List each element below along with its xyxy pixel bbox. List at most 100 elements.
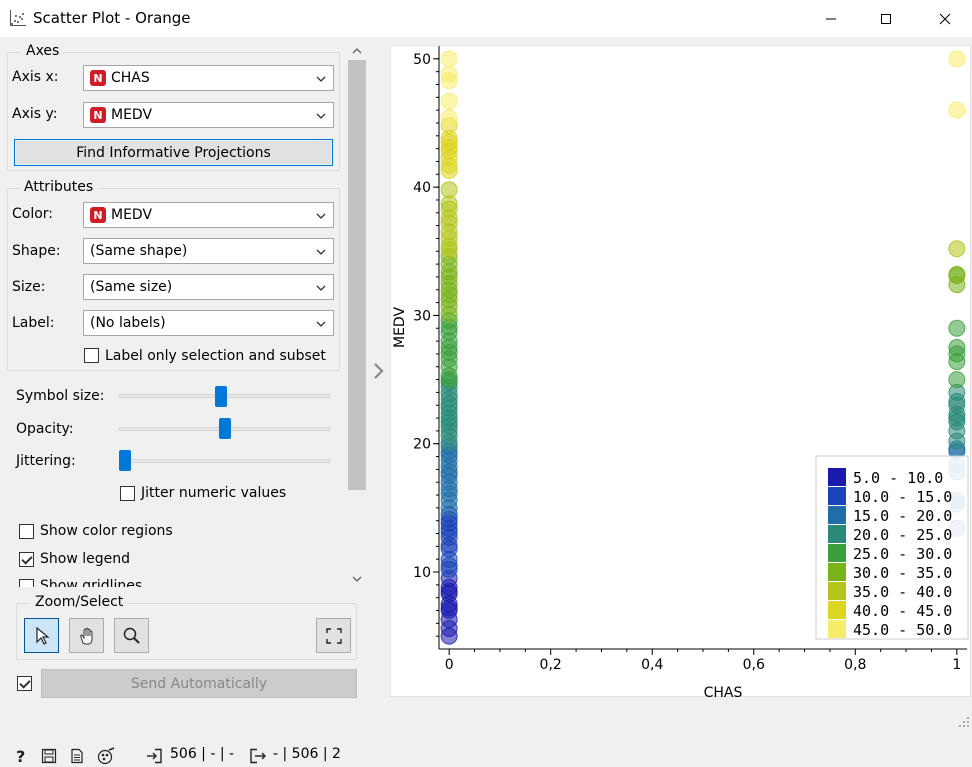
legend-label: 30.0 - 35.0 [853,564,952,582]
select-tool-button[interactable] [24,618,59,653]
jittering-label: Jittering: [16,453,76,469]
legend-label: 10.0 - 15.0 [853,488,952,506]
close-icon [939,13,951,24]
scatter-plot-app-icon [10,10,26,26]
chevron-down-icon [316,213,326,219]
save-icon[interactable] [41,748,57,764]
shape-combo[interactable]: (Same shape) [83,238,334,264]
scatter-chart[interactable]: 0 0,2 0,4 0,6 0,8 1 10 20 30 40 50 CHAS MEDV 5.0 - 10… [391,46,972,701]
data-point [440,195,458,213]
attributes-group-title: Attributes [20,179,98,195]
help-icon[interactable]: ? [13,748,29,764]
legend-swatch [828,563,846,581]
auto-send-checkbox[interactable] [17,676,32,691]
label-only-selection-label: Label only selection and subset [105,348,326,364]
label-value: (No labels) [90,315,166,331]
input-summary: 506 | - | - [170,746,235,762]
magnifier-icon [123,627,140,644]
maximize-button[interactable] [863,0,909,37]
legend-label: 45.0 - 50.0 [853,621,952,639]
data-point [440,50,458,68]
legend-label: 25.0 - 30.0 [853,545,952,563]
numeric-variable-icon: N [90,107,106,123]
input-icon [147,748,162,764]
shape-value: (Same shape) [90,243,188,259]
output-icon [250,748,266,764]
zoom-select-group: Zoom/Select [16,594,357,660]
data-point [948,50,966,68]
x-tick-label: 0,6 [743,657,765,673]
size-combo[interactable]: (Same size) [83,274,334,300]
maximize-icon [881,13,891,24]
data-point [948,371,966,389]
reset-zoom-button[interactable] [316,618,351,653]
label-combo[interactable]: (No labels) [83,310,334,336]
title-bar: Scatter Plot - Orange [0,0,972,37]
output-summary: - | 506 | 2 [273,746,341,762]
legend-swatch [828,506,846,524]
axis-y-combo[interactable]: N MEDV [83,102,334,128]
legend-swatch [828,582,846,600]
axis-x-value: CHAS [111,70,150,86]
controls-scrollbar[interactable] [348,45,366,585]
data-point [440,109,458,127]
chevron-down-icon [316,321,326,327]
show-gridlines-checkbox[interactable] [19,579,34,587]
scrollbar-thumb[interactable] [348,60,366,490]
data-point [948,339,966,356]
jittering-slider[interactable] [119,459,330,463]
data-point [440,181,458,199]
color-combo[interactable]: N MEDV [83,202,334,228]
visual-settings-icon[interactable] [96,747,116,765]
chevron-down-icon [316,249,326,255]
jittering-slider-handle[interactable] [119,450,131,471]
data-point [948,265,966,283]
chevron-down-icon [316,285,326,291]
send-automatically-button[interactable]: Send Automatically [41,669,357,698]
find-informative-projections-button[interactable]: Find Informative Projections [14,139,333,166]
resize-grip-icon[interactable] [958,716,970,728]
show-color-regions-label: Show color regions [40,523,173,539]
chevron-down-icon [316,76,326,82]
fit-view-icon [325,627,342,644]
x-tick-label: 1 [952,657,961,673]
label-only-selection-checkbox[interactable] [84,348,99,363]
close-button[interactable] [922,0,968,37]
zoom-tool-button[interactable] [114,618,149,653]
show-color-regions-checkbox[interactable] [19,524,34,539]
legend-swatch [828,601,846,619]
options-clip: Show gridlines [0,573,348,587]
y-axis-title: MEDV [392,307,408,348]
collapse-panel-icon[interactable] [372,361,386,381]
jitter-numeric-checkbox[interactable] [120,486,135,501]
opacity-label: Opacity: [16,421,74,437]
status-bar: ? 506 | - | - - | 506 | 2 [0,742,372,767]
minimize-button[interactable] [808,0,854,37]
opacity-slider-handle[interactable] [218,418,231,439]
x-tick-label: 0,8 [844,657,866,673]
legend-label: 40.0 - 45.0 [853,602,952,620]
report-icon[interactable] [69,748,85,764]
legend-label: 20.0 - 25.0 [853,526,952,544]
x-tick-label: 0 [445,657,454,673]
minimize-icon [826,18,836,19]
jitter-numeric-label: Jitter numeric values [141,485,287,501]
legend-label: 35.0 - 40.0 [853,583,952,601]
color-label: Color: [12,206,54,222]
axis-y-value: MEDV [111,107,153,123]
size-value: (Same size) [90,279,173,295]
legend-swatch [828,525,846,543]
x-tick-label: 0,4 [641,657,663,673]
pan-tool-button[interactable] [69,618,104,653]
legend-label: 15.0 - 20.0 [853,507,952,525]
symbol-size-slider-handle[interactable] [214,386,227,407]
axis-x-combo[interactable]: N CHAS [83,65,334,91]
show-legend-checkbox[interactable] [19,552,34,567]
hand-icon [79,627,92,644]
y-tick-label: 50 [413,52,431,68]
data-point [440,65,458,83]
scroll-up-icon[interactable] [352,47,362,55]
zoom-select-title: Zoom/Select [31,594,128,610]
scroll-down-icon[interactable] [352,575,362,583]
plot-area[interactable]: 0 0,2 0,4 0,6 0,8 1 10 20 30 40 50 CHAS MEDV 5.0 - 10… [390,45,972,701]
